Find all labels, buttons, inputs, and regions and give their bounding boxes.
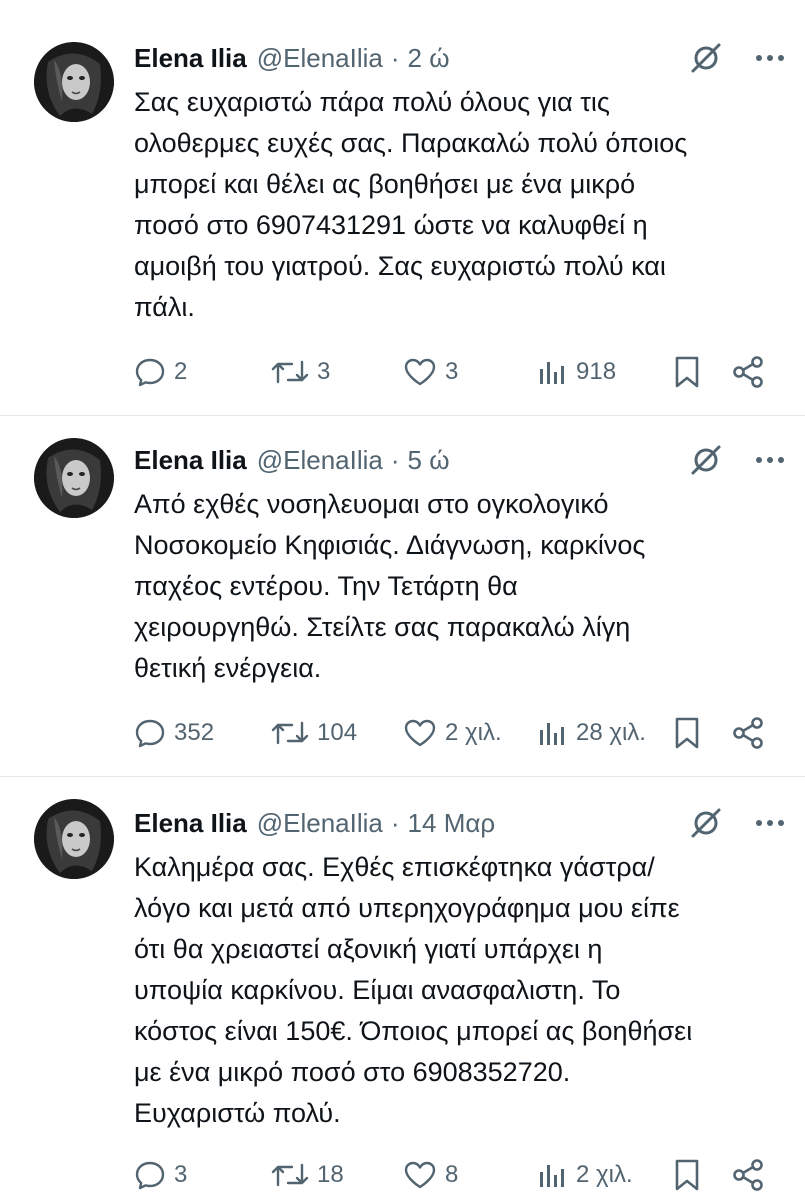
tweet-text-line: ολοθερμες ευχές σας. Παρακαλώ πολύ όποιο… bbox=[134, 128, 688, 158]
bookmark-icon bbox=[672, 1158, 702, 1192]
reply-icon bbox=[134, 356, 166, 388]
views-button[interactable]: 28 χιλ. bbox=[536, 713, 646, 753]
tweet-text-line: μπορεί και θέλει ας βοηθήσει με ένα μικρ… bbox=[134, 169, 636, 199]
reply-button[interactable]: 352 bbox=[134, 713, 214, 753]
tweet-text-line: ότι θα χρειαστεί αξονική γιατί υπάρχει η bbox=[134, 934, 603, 964]
like-count: 3 bbox=[445, 358, 459, 385]
tweet-text-line: Από εχθές νοσηλευομαι στο ογκολογικό bbox=[134, 489, 609, 519]
share-icon bbox=[730, 715, 766, 751]
author-handle[interactable]: @ElenaIlia bbox=[257, 43, 383, 74]
bookmark-button[interactable] bbox=[672, 713, 702, 753]
view-count: 28 χιλ. bbox=[576, 719, 646, 746]
avatar[interactable] bbox=[34, 42, 114, 122]
reply-count: 2 bbox=[174, 358, 188, 385]
bookmark-button[interactable] bbox=[672, 1155, 702, 1195]
share-icon bbox=[730, 1157, 766, 1193]
more-icon[interactable] bbox=[755, 819, 785, 827]
like-icon bbox=[403, 356, 437, 388]
bookmark-button[interactable] bbox=[672, 352, 702, 392]
views-icon bbox=[536, 717, 568, 749]
action-bar: 2 3 3 918 bbox=[134, 352, 779, 392]
like-button[interactable]: 8 bbox=[403, 1155, 458, 1195]
author-name[interactable]: Elena Ilia bbox=[134, 808, 247, 839]
action-bar: 3 18 8 2 χιλ. bbox=[134, 1155, 779, 1195]
view-count: 2 χιλ. bbox=[576, 1161, 633, 1188]
tweet-text-line: κόστος είναι 150€. Όποιος μπορεί ας βοηθ… bbox=[134, 1016, 693, 1046]
tweet-timestamp[interactable]: 5 ώ bbox=[408, 445, 450, 476]
tweet-text-line: ποσό στο 6907431291 ώστε να καλυφθεί η bbox=[134, 210, 648, 240]
repost-count: 18 bbox=[317, 1161, 344, 1188]
repost-icon bbox=[271, 717, 309, 749]
like-icon bbox=[403, 1159, 437, 1191]
bookmark-icon bbox=[672, 716, 702, 750]
views-button[interactable]: 2 χιλ. bbox=[536, 1155, 633, 1195]
timeline-feed: Elena Ilia @ElenaIlia · 2 ώ Σας ευχαριστ… bbox=[0, 0, 805, 1200]
tweet-timestamp[interactable]: 14 Μαρ bbox=[408, 808, 496, 839]
repost-count: 104 bbox=[317, 719, 358, 746]
tweet-text-line: παχέος εντέρου. Την Τετάρτη θα bbox=[134, 571, 518, 601]
reply-icon bbox=[134, 1159, 166, 1191]
more-icon[interactable] bbox=[755, 54, 785, 62]
tweet-text-line: υποψία καρκίνου. Είμαι ανασφαλιστη. Το bbox=[134, 975, 621, 1005]
like-button[interactable]: 2 χιλ. bbox=[403, 713, 502, 753]
like-count: 2 χιλ. bbox=[445, 719, 502, 746]
share-icon bbox=[730, 354, 766, 390]
tweet-text: Καλημέρα σας. Εχθές επισκέφτηκα γάστρα/ … bbox=[134, 847, 774, 1134]
tweet-timestamp[interactable]: 2 ώ bbox=[408, 43, 450, 74]
bookmark-icon bbox=[672, 355, 702, 389]
reply-icon bbox=[134, 717, 166, 749]
tweet-text-line: χειρουργηθώ. Στείλτε σας παρακαλώ λίγη bbox=[134, 612, 631, 642]
repost-button[interactable]: 104 bbox=[271, 713, 357, 753]
share-button[interactable] bbox=[730, 713, 766, 753]
tweet[interactable]: Elena Ilia @ElenaIlia · 5 ώ Από εχθές νο… bbox=[0, 416, 805, 777]
repost-button[interactable]: 3 bbox=[271, 352, 330, 392]
repost-icon bbox=[271, 356, 309, 388]
tweet-text-line: Νοσοκομείο Κηφισιάς. Διάγνωση, καρκίνος bbox=[134, 530, 646, 560]
tweet-text: Από εχθές νοσηλευομαι στο ογκολογικό Νοσ… bbox=[134, 484, 774, 689]
tweet-text-line: Σας ευχαριστώ πάρα πολύ όλους για τις bbox=[134, 87, 610, 117]
separator-dot: · bbox=[390, 42, 400, 73]
tweet[interactable]: Elena Ilia @ElenaIlia · 14 Μαρ Καλημέρα … bbox=[0, 777, 805, 1200]
grok-icon[interactable] bbox=[689, 41, 723, 75]
grok-icon[interactable] bbox=[689, 443, 723, 477]
like-button[interactable]: 3 bbox=[403, 352, 458, 392]
view-count: 918 bbox=[576, 358, 617, 385]
tweet-text-line: θετική ενέργεια. bbox=[134, 653, 322, 683]
share-button[interactable] bbox=[730, 1155, 766, 1195]
grok-icon[interactable] bbox=[689, 806, 723, 840]
tweet-text-line: Καλημέρα σας. Εχθές επισκέφτηκα γάστρα/ bbox=[134, 852, 655, 882]
tweet-text-line: πάλι. bbox=[134, 292, 195, 322]
reply-button[interactable]: 2 bbox=[134, 352, 187, 392]
repost-count: 3 bbox=[317, 358, 331, 385]
author-handle[interactable]: @ElenaIlia bbox=[257, 445, 383, 476]
like-count: 8 bbox=[445, 1161, 459, 1188]
author-name[interactable]: Elena Ilia bbox=[134, 445, 247, 476]
reply-count: 3 bbox=[174, 1161, 188, 1188]
tweet-text-line: με ένα μικρό ποσό στο 6908352720. bbox=[134, 1057, 571, 1087]
reply-button[interactable]: 3 bbox=[134, 1155, 187, 1195]
repost-icon bbox=[271, 1159, 309, 1191]
separator-dot: · bbox=[390, 807, 400, 838]
author-name[interactable]: Elena Ilia bbox=[134, 43, 247, 74]
avatar[interactable] bbox=[34, 438, 114, 518]
views-icon bbox=[536, 1159, 568, 1191]
tweet-text-line: Ευχαριστώ πολύ. bbox=[134, 1098, 341, 1128]
share-button[interactable] bbox=[730, 352, 766, 392]
views-button[interactable]: 918 bbox=[536, 352, 616, 392]
more-icon[interactable] bbox=[755, 456, 785, 464]
author-handle[interactable]: @ElenaIlia bbox=[257, 808, 383, 839]
action-bar: 352 104 2 χιλ. 28 χιλ. bbox=[134, 713, 779, 753]
tweet[interactable]: Elena Ilia @ElenaIlia · 2 ώ Σας ευχαριστ… bbox=[0, 0, 805, 416]
tweet-text-line: αμοιβή του γιατρού. Σας ευχαριστώ πολύ κ… bbox=[134, 251, 666, 281]
views-icon bbox=[536, 356, 568, 388]
tweet-text: Σας ευχαριστώ πάρα πολύ όλους για τις ολ… bbox=[134, 82, 774, 328]
avatar[interactable] bbox=[34, 799, 114, 879]
separator-dot: · bbox=[390, 444, 400, 475]
reply-count: 352 bbox=[174, 719, 215, 746]
repost-button[interactable]: 18 bbox=[271, 1155, 344, 1195]
tweet-text-line: λόγο και μετά από υπερηχογράφημα μου είπ… bbox=[134, 893, 680, 923]
like-icon bbox=[403, 717, 437, 749]
